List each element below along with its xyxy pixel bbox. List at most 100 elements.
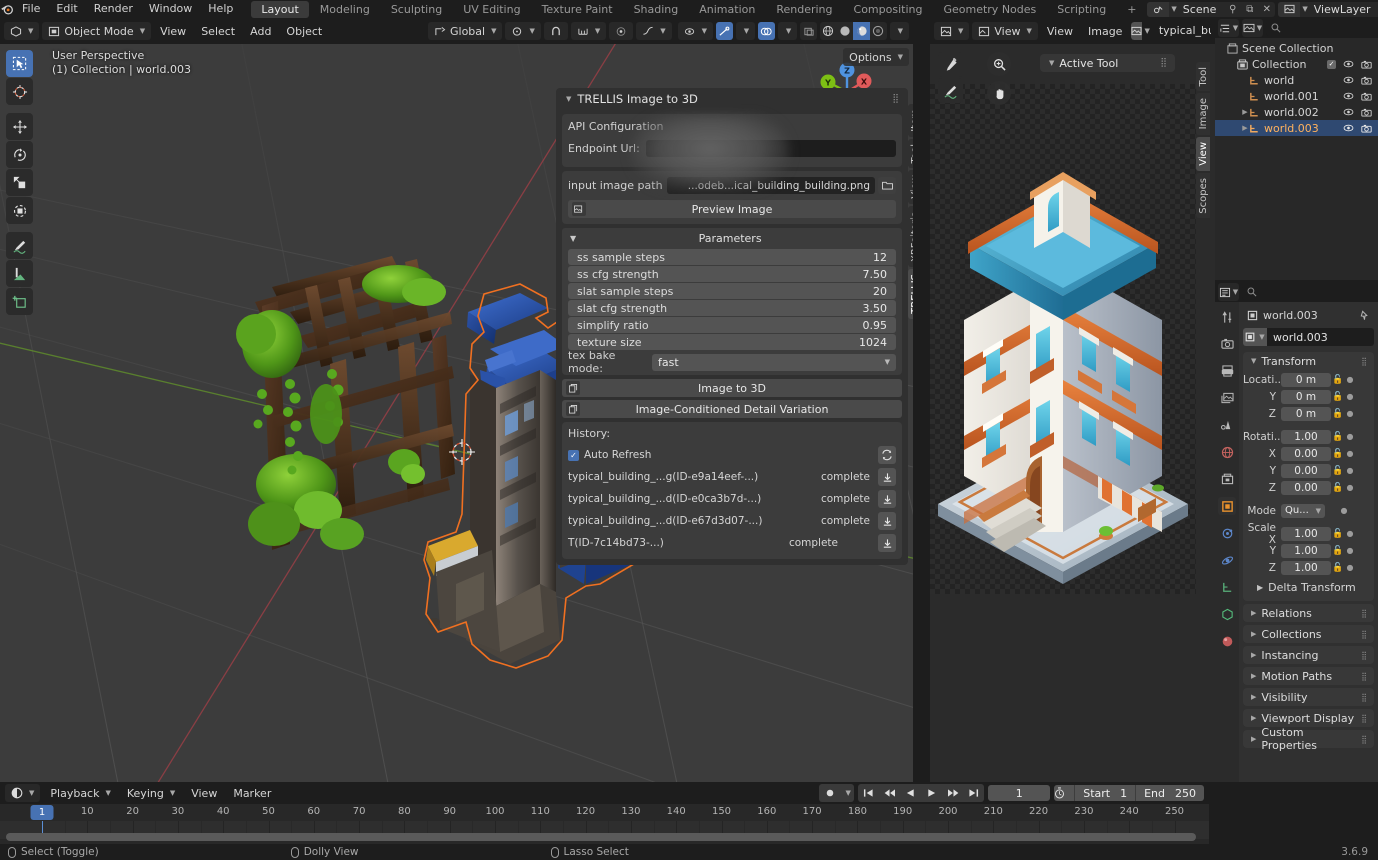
animate-dot-icon[interactable]: ●: [1339, 506, 1349, 515]
relations-panel-header[interactable]: ▶ Relations ⣿: [1243, 604, 1374, 622]
download-icon[interactable]: [878, 534, 896, 552]
editor-type-3dview-icon[interactable]: ▼: [4, 22, 40, 40]
instancing-panel-header[interactable]: ▶ Instancing ⣿: [1243, 646, 1374, 664]
animate-dot-icon[interactable]: ●: [1345, 529, 1355, 538]
current-frame-field[interactable]: 1: [988, 785, 1051, 801]
outliner-row-scene-collection[interactable]: Scene Collection: [1215, 40, 1378, 56]
grip-dots-icon[interactable]: ⣿: [1160, 58, 1168, 68]
field-value[interactable]: 1.00: [1281, 429, 1331, 444]
workspace-tab-texture-paint[interactable]: Texture Paint: [532, 1, 623, 18]
outliner-row-world[interactable]: world: [1215, 72, 1378, 88]
animate-dot-icon[interactable]: ●: [1345, 483, 1355, 492]
image-conditioned-detail-variation-button[interactable]: Image-Conditioned Detail Variation: [562, 400, 902, 418]
trellis-panel-header[interactable]: ▼ TRELLIS Image to 3D ⣿: [556, 88, 908, 110]
grip-dots-icon[interactable]: ⣿: [1361, 672, 1368, 681]
chevron-right-icon[interactable]: ▶: [1241, 108, 1249, 116]
timeline-menu-view[interactable]: View: [185, 784, 223, 802]
image-editor-menu-image[interactable]: Image: [1082, 22, 1128, 40]
viewport-menu-object[interactable]: Object: [280, 22, 328, 40]
outliner-search-input[interactable]: [1266, 20, 1375, 36]
tool-scale[interactable]: [6, 169, 33, 196]
parameters-header[interactable]: ▼ Parameters: [562, 228, 902, 248]
image-sidebar-tab-image[interactable]: Image: [1196, 93, 1210, 135]
history-item[interactable]: typical_building_...d(ID-e0ca3b7d-...) c…: [568, 489, 896, 509]
animate-dot-icon[interactable]: ●: [1345, 432, 1355, 441]
eye-icon[interactable]: [1343, 124, 1354, 132]
gizmo-settings-dropdown[interactable]: ▼: [735, 22, 756, 40]
sidebar-tab-tool[interactable]: Tool: [908, 138, 913, 169]
unlock-icon[interactable]: 🔓: [1331, 409, 1345, 419]
custom-properties-panel-header[interactable]: ▶ Custom Properties ⣿: [1243, 726, 1374, 752]
grip-dots-icon[interactable]: ⣿: [1361, 693, 1368, 702]
transform-scale-x-row[interactable]: Scale X 1.00 🔓 ●: [1243, 522, 1370, 546]
workspace-tab-shading[interactable]: Shading: [624, 1, 689, 18]
unlock-icon[interactable]: 🔓: [1331, 546, 1345, 556]
transform-rotation-x-row[interactable]: X 0.00 🔓 ●: [1243, 446, 1370, 461]
properties-tab-render[interactable]: [1218, 335, 1236, 353]
transform-scale-y-row[interactable]: Y 1.00 🔓 ●: [1243, 543, 1370, 558]
image-datablock-selector[interactable]: ▼ typical_building_b: [1131, 22, 1211, 40]
outliner-row-world-003[interactable]: ▶ world.003: [1215, 120, 1378, 136]
animate-dot-icon[interactable]: ●: [1345, 392, 1355, 401]
tool-select-box[interactable]: [6, 50, 33, 77]
start-frame-field[interactable]: Start 1: [1074, 785, 1135, 801]
download-icon[interactable]: [878, 468, 896, 486]
image-sidebar-tab-view[interactable]: View: [1196, 136, 1210, 171]
scene-datablock[interactable]: ▼ Scene ⚲ ⧉ ✕: [1147, 1, 1276, 17]
sidebar-tab-trellis[interactable]: TRELLIS: [908, 268, 913, 319]
overlay-settings-dropdown[interactable]: ▼: [777, 22, 798, 40]
timeline-menu-marker[interactable]: Marker: [227, 784, 277, 802]
image-editor-menu-view[interactable]: View: [1041, 22, 1079, 40]
end-frame-field[interactable]: End 250: [1135, 785, 1204, 801]
tool-sample[interactable]: [938, 52, 963, 77]
grip-dots-icon[interactable]: ⣿: [1361, 609, 1368, 618]
sidebar-tab-view[interactable]: View: [908, 170, 913, 204]
workspace-tab-layout[interactable]: Layout: [251, 0, 309, 18]
timeline-menu-keying[interactable]: Keying ▼: [121, 784, 181, 802]
workspace-tab-animation[interactable]: Animation: [689, 1, 765, 18]
tool-cursor[interactable]: [6, 78, 33, 105]
camera-render-icon[interactable]: [1361, 76, 1372, 85]
tool-transform[interactable]: [6, 197, 33, 224]
collections-panel-header[interactable]: ▶ Collections ⣿: [1243, 625, 1374, 643]
grip-dots-icon[interactable]: ⣿: [1361, 630, 1368, 639]
unlock-icon[interactable]: 🔓: [1331, 432, 1345, 442]
timeline-ruler[interactable]: 10 20 30 40 50 60 70 80 90 100 110 120 130 140 150 160 1…: [0, 804, 1209, 821]
preview-image-button[interactable]: Preview Image: [568, 200, 896, 218]
field-value[interactable]: 1.00: [1281, 543, 1331, 558]
pivot-point-dropdown[interactable]: ▼: [505, 22, 541, 40]
transform-rotation-y-row[interactable]: Y 0.00 🔓 ●: [1243, 463, 1370, 478]
grip-dots-icon[interactable]: ⣿: [1361, 357, 1368, 366]
zoom-button[interactable]: [987, 52, 1011, 76]
tool-move[interactable]: [6, 113, 33, 140]
eye-icon[interactable]: [1343, 92, 1354, 100]
workspace-tab-compositing[interactable]: Compositing: [844, 1, 933, 18]
sidebar-tab-xrfeitoria[interactable]: XRFeitoria: [908, 205, 913, 267]
relations-panel[interactable]: ▶ Relations ⣿: [1243, 604, 1374, 622]
instancing-panel[interactable]: ▶ Instancing ⣿: [1243, 646, 1374, 664]
tool-add-cube[interactable]: [6, 288, 33, 315]
properties-tab-modifiers[interactable]: [1218, 524, 1236, 542]
unlock-icon[interactable]: 🔓: [1331, 529, 1345, 539]
unlock-icon[interactable]: 🔓: [1331, 449, 1345, 459]
pin-icon[interactable]: ⚲: [1224, 2, 1241, 17]
visibility-dropdown[interactable]: ▼: [677, 22, 714, 40]
tool-measure[interactable]: [6, 260, 33, 287]
field-value[interactable]: 0 m: [1281, 406, 1331, 421]
custom-properties-panel[interactable]: ▶ Custom Properties ⣿: [1243, 726, 1374, 752]
tool-annotate[interactable]: [938, 78, 963, 103]
transform-panel-header[interactable]: ▼ Transform ⣿: [1243, 352, 1374, 370]
workspace-tab-uv-editing[interactable]: UV Editing: [453, 1, 530, 18]
chevron-right-icon[interactable]: ▶: [1241, 124, 1249, 132]
grip-dots-icon[interactable]: ⣿: [1361, 651, 1368, 660]
exclude-checkbox[interactable]: ✓: [1327, 59, 1336, 69]
auto-keying-dropdown[interactable]: ▼: [840, 784, 854, 802]
transform-rotation-mode-row[interactable]: Mode Qu... ▼ ●: [1243, 503, 1370, 518]
shading-settings-dropdown[interactable]: ▼: [889, 22, 910, 40]
eye-icon[interactable]: [1343, 108, 1354, 116]
param-row-ss-sample-steps[interactable]: ss sample steps 12: [568, 249, 896, 265]
properties-tab-world[interactable]: [1218, 443, 1236, 461]
duplicate-icon[interactable]: ⧉: [1241, 2, 1258, 17]
xray-toggle-button[interactable]: [800, 22, 817, 40]
history-item[interactable]: typical_building_...g(ID-e9a14eef-...) c…: [568, 467, 896, 487]
